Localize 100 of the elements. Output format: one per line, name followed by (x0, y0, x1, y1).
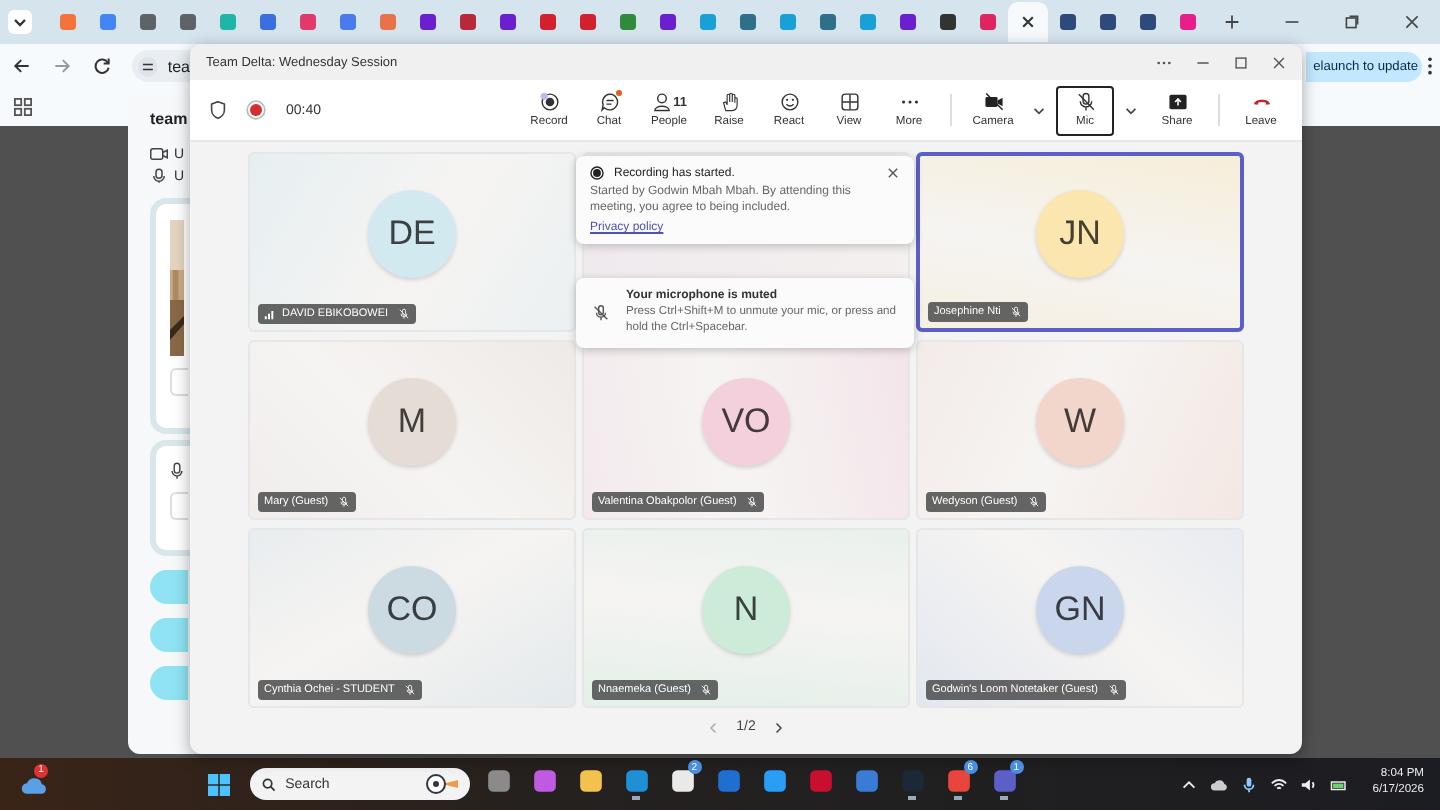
reload-icon[interactable] (92, 56, 112, 76)
app-icon (577, 768, 604, 795)
app-icon (807, 768, 834, 795)
microphone-icon (150, 168, 168, 184)
site-icon (780, 14, 796, 30)
microphone-off-icon (338, 496, 351, 508)
site-icon (380, 14, 396, 30)
site-icon (660, 14, 676, 30)
chat-icon (599, 92, 619, 112)
close-icon[interactable] (1020, 14, 1036, 30)
site-icon (180, 14, 196, 30)
app-icon (531, 768, 558, 795)
cloud-icon[interactable] (1210, 775, 1229, 793)
maximize-icon[interactable] (1234, 55, 1248, 69)
site-icon (820, 14, 836, 30)
site-icon (740, 14, 756, 30)
site-icon (340, 14, 356, 30)
microphone-off-icon (1075, 92, 1095, 112)
forward-icon[interactable] (52, 56, 72, 76)
browser-tab[interactable] (1008, 2, 1048, 42)
wifi-icon[interactable] (1270, 775, 1289, 793)
more-icon[interactable] (1156, 59, 1172, 65)
app-icon (853, 768, 880, 795)
caret-icon[interactable] (1032, 103, 1046, 117)
camera-icon (150, 146, 168, 162)
site-icon (620, 14, 636, 30)
site-icon (100, 14, 116, 30)
close-icon[interactable] (886, 166, 900, 180)
site-icon (500, 14, 516, 30)
app-icon (623, 768, 650, 795)
site-icon (1100, 14, 1116, 30)
site-icon (1180, 14, 1196, 30)
app-icon (945, 768, 972, 795)
site-icon (1060, 14, 1076, 30)
close-icon[interactable] (1404, 14, 1420, 30)
microphone-off-icon (404, 684, 417, 696)
microphone-off-icon (1107, 684, 1120, 696)
site-icon (420, 14, 436, 30)
microphone-icon (170, 462, 184, 480)
participant-avatar: W (1036, 378, 1124, 466)
microphone-off-icon (398, 308, 411, 320)
app-icon (761, 768, 788, 795)
site-icon (580, 14, 596, 30)
site-icon (220, 14, 236, 30)
weather-icon[interactable] (20, 773, 48, 795)
prejoin-title: team (150, 110, 190, 128)
site-icon (540, 14, 556, 30)
address-bar[interactable]: tea (132, 50, 190, 82)
back-icon[interactable] (12, 56, 32, 76)
microphone-off-icon (1027, 496, 1040, 508)
app-icon (991, 768, 1018, 795)
microphone-off-icon (746, 496, 759, 508)
shield-icon[interactable] (210, 100, 226, 120)
menu-icon[interactable] (1426, 56, 1434, 76)
participant-avatar: N (702, 566, 790, 654)
app-icon (669, 768, 696, 795)
participant-avatar: CO (368, 566, 456, 654)
hand-icon (719, 92, 739, 112)
restore-icon[interactable] (1344, 14, 1360, 30)
ball-icon (425, 774, 458, 794)
caret-icon[interactable] (1124, 103, 1138, 117)
volume-icon[interactable] (1300, 775, 1319, 793)
participant-avatar: VO (702, 378, 790, 466)
app-icon (899, 768, 926, 795)
record-icon (539, 92, 559, 112)
site-icon (1140, 14, 1156, 30)
site-icon (260, 14, 276, 30)
site-icon (980, 14, 996, 30)
new-tab-icon[interactable] (1224, 14, 1240, 30)
close-icon[interactable] (1272, 55, 1286, 69)
microphone-off-icon (700, 684, 713, 696)
participant-avatar: DE (368, 190, 456, 278)
participant-avatar: M (368, 378, 456, 466)
recording-icon (246, 100, 266, 120)
start-icon[interactable] (207, 773, 230, 795)
site-icon (860, 14, 876, 30)
search-icon (261, 777, 276, 791)
next-page-icon[interactable] (771, 721, 784, 733)
site-icon (700, 14, 716, 30)
app-icon (715, 768, 742, 795)
smiley-icon (779, 92, 799, 112)
site-icon (460, 14, 476, 30)
microphone-off-icon (592, 304, 610, 323)
microphone-icon[interactable] (1240, 775, 1259, 793)
site-icon (300, 14, 316, 30)
site-icon (60, 14, 76, 30)
site-settings-icon[interactable] (138, 55, 158, 77)
battery-icon[interactable] (1330, 775, 1349, 793)
share-icon (1167, 92, 1187, 112)
participant-avatar: JN (1036, 190, 1124, 278)
grid-icon (839, 92, 859, 112)
tab-list-icon[interactable] (8, 10, 32, 34)
person-icon (651, 92, 672, 112)
camera-off-icon (983, 92, 1003, 112)
recording-icon (590, 166, 604, 180)
site-icon (940, 14, 956, 30)
microphone-off-icon (1010, 306, 1023, 318)
site-icon (900, 14, 916, 30)
site-icon (140, 14, 156, 30)
apps-icon[interactable] (14, 98, 32, 116)
